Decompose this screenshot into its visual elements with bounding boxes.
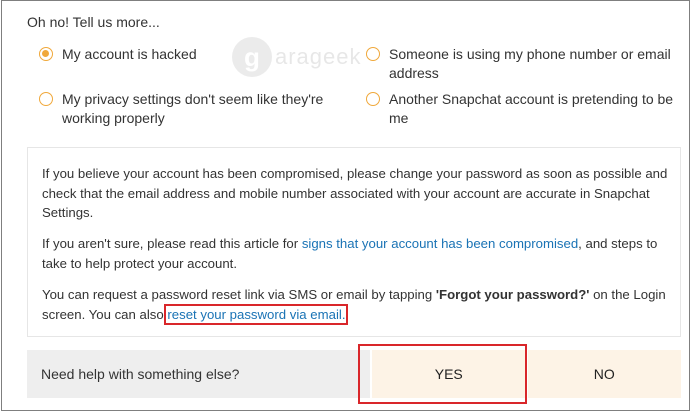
no-button[interactable]: NO: [527, 350, 681, 398]
option-label: My privacy settings don't seem like they…: [62, 91, 324, 126]
radio-button[interactable]: [366, 47, 380, 61]
reset-password-email-link[interactable]: reset your password via email.: [164, 303, 349, 325]
info-paragraph-article: If you aren't sure, please read this art…: [42, 234, 672, 273]
signs-compromised-link[interactable]: signs that your account has been comprom…: [302, 236, 578, 251]
watermark-icon: g: [232, 37, 272, 77]
radio-button-checked[interactable]: [39, 47, 53, 61]
help-panel: Oh no! Tell us more... g arageek My acco…: [1, 0, 690, 411]
watermark-text: arageek: [275, 44, 362, 69]
radio-button[interactable]: [366, 92, 380, 106]
info-box: If you believe your account has been com…: [27, 147, 681, 337]
info-paragraph-reset: You can request a password reset link vi…: [42, 285, 672, 325]
watermark-logo: g arageek: [232, 37, 362, 77]
info-text: If you aren't sure, please read this art…: [42, 236, 302, 251]
need-help-question: Need help with something else?: [27, 350, 370, 398]
info-text: You can request a password reset link vi…: [42, 287, 436, 302]
section-heading: Oh no! Tell us more...: [27, 14, 160, 30]
forgot-password-text: 'Forgot your password?': [435, 287, 590, 302]
info-paragraph-compromised: If you believe your account has been com…: [42, 166, 668, 220]
option-label: My account is hacked: [62, 46, 197, 62]
option-impersonation[interactable]: Another Snapchat account is pretending t…: [366, 90, 686, 128]
feedback-row: Need help with something else? YES NO: [27, 350, 681, 398]
option-account-hacked[interactable]: My account is hacked: [39, 45, 197, 64]
option-phone-email-used[interactable]: Someone is using my phone number or emai…: [366, 45, 686, 83]
option-label: Another Snapchat account is pretending t…: [389, 91, 674, 126]
radio-button[interactable]: [39, 92, 53, 106]
option-label: Someone is using my phone number or emai…: [389, 46, 671, 81]
yes-button[interactable]: YES: [372, 350, 526, 398]
option-privacy-settings[interactable]: My privacy settings don't seem like they…: [39, 90, 339, 128]
